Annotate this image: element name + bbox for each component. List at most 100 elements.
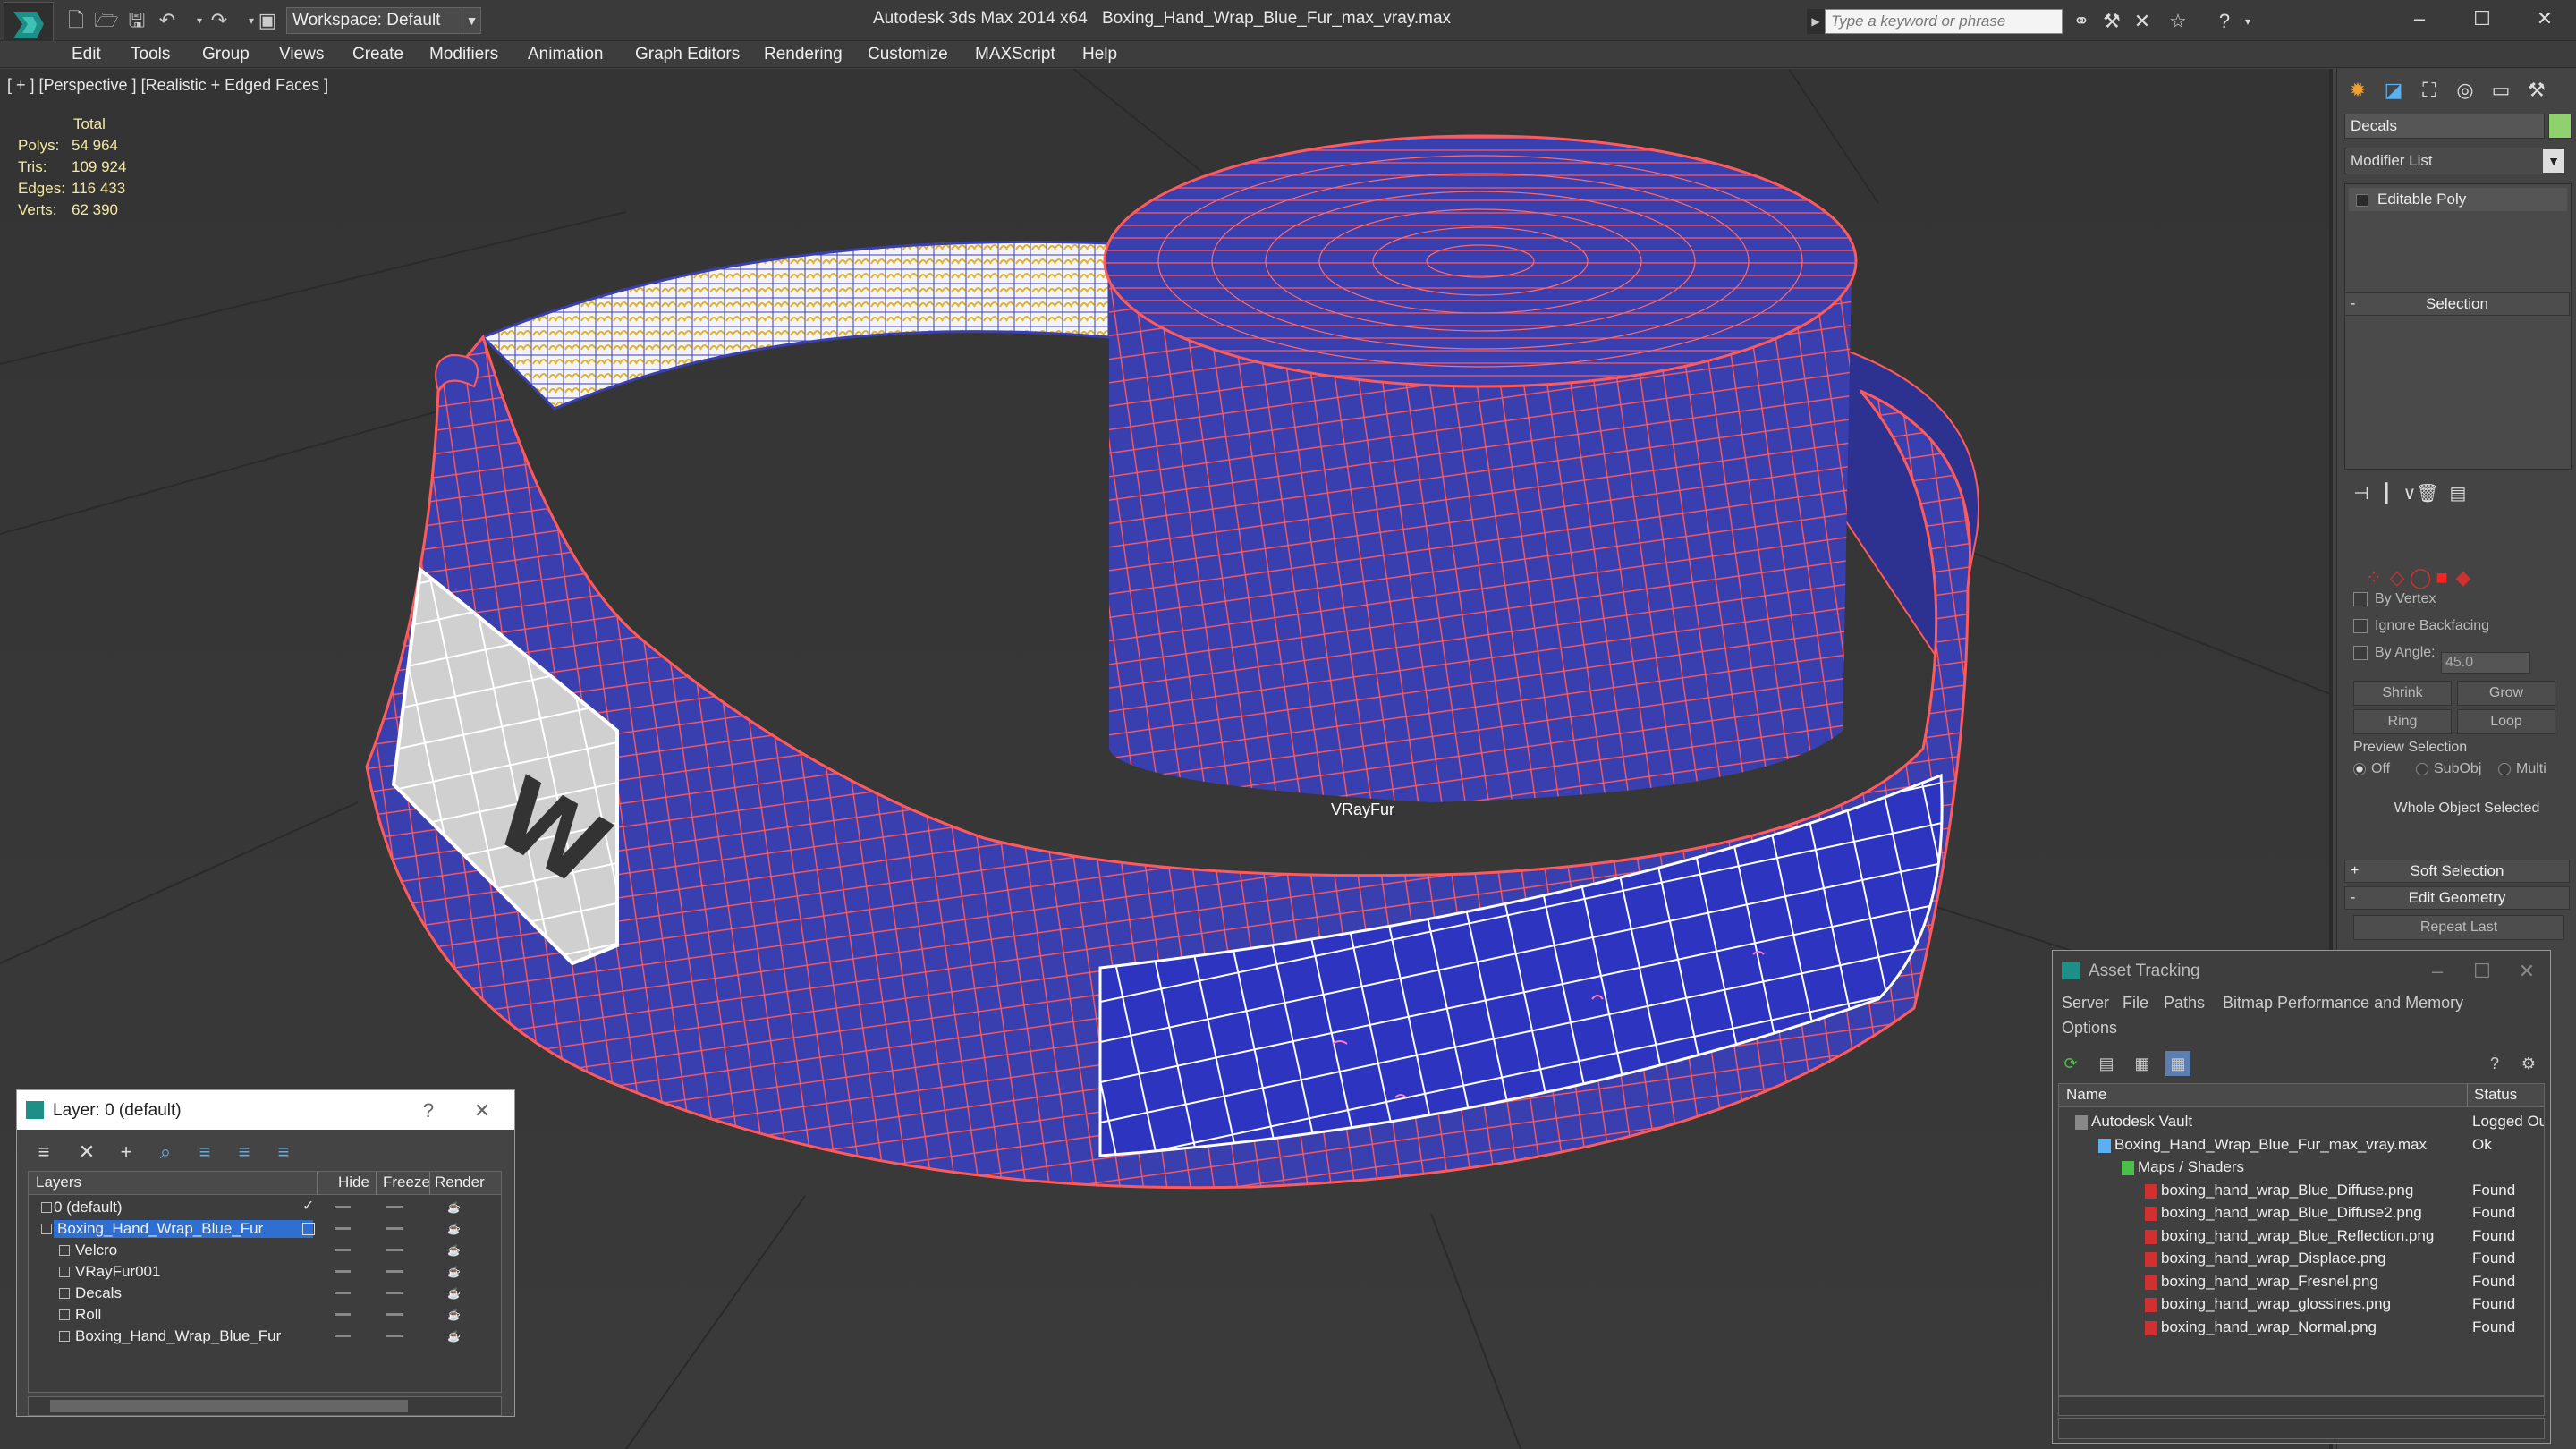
menu-animation[interactable]: Animation bbox=[528, 45, 604, 64]
column-header-layers[interactable]: Layers bbox=[36, 1174, 81, 1191]
column-header-name[interactable]: Name bbox=[2066, 1086, 2106, 1104]
maximize-icon[interactable]: ☐ bbox=[2464, 958, 2500, 985]
display-tab-icon[interactable]: ▭ bbox=[2484, 74, 2518, 106]
loop-button[interactable]: Loop bbox=[2457, 709, 2555, 734]
list-view-icon[interactable]: ▤ bbox=[2094, 1051, 2119, 1076]
render-teapot-icon[interactable]: ☕ bbox=[447, 1330, 463, 1343]
menu-customize[interactable]: Customize bbox=[868, 45, 948, 64]
edge-mode-icon[interactable]: ◇ bbox=[2385, 566, 2409, 589]
horizontal-scrollbar[interactable] bbox=[28, 1396, 502, 1416]
menu-create[interactable]: Create bbox=[352, 45, 403, 64]
layer-row[interactable]: VRayFur001 ☕ bbox=[29, 1261, 501, 1283]
asset-row[interactable]: Boxing_Hand_Wrap_Blue_Fur_max_vray.max Ok bbox=[2059, 1134, 2544, 1157]
menu-maxscript[interactable]: MAXScript bbox=[975, 45, 1055, 64]
menu-views[interactable]: Views bbox=[279, 45, 324, 64]
shrink-button[interactable]: Shrink bbox=[2353, 681, 2452, 706]
settings-icon[interactable]: ⚙ bbox=[2516, 1051, 2541, 1076]
freeze-toggle[interactable] bbox=[386, 1270, 402, 1273]
freeze-toggle[interactable] bbox=[386, 1249, 402, 1251]
close-icon[interactable]: ✕ bbox=[2509, 958, 2545, 985]
menu-edit[interactable]: Edit bbox=[72, 45, 101, 64]
chevron-down-icon[interactable]: ▼ bbox=[462, 7, 481, 34]
layer-row[interactable]: Boxing_Hand_Wrap_Blue_Fur ☕ bbox=[29, 1326, 501, 1347]
hide-toggle[interactable] bbox=[335, 1335, 351, 1337]
layer-row[interactable]: Roll ☕ bbox=[29, 1304, 501, 1326]
freeze-all-icon[interactable]: ≡ bbox=[269, 1139, 298, 1165]
close-icon[interactable]: ✕ bbox=[464, 1097, 500, 1124]
ignore-backfacing-checkbox[interactable]: Ignore Backfacing bbox=[2353, 618, 2489, 634]
by-vertex-checkbox[interactable]: By Vertex bbox=[2353, 591, 2436, 607]
workspace-select[interactable]: Workspace: Default bbox=[286, 7, 481, 34]
help-icon[interactable]: ? bbox=[411, 1097, 446, 1124]
help-dropdown-icon[interactable]: ▾ bbox=[2234, 9, 2261, 34]
vertex-mode-icon[interactable]: ⁘ bbox=[2362, 566, 2385, 589]
ring-button[interactable]: Ring bbox=[2353, 709, 2452, 734]
horizontal-scrollbar[interactable] bbox=[2058, 1396, 2545, 1416]
freeze-toggle[interactable] bbox=[386, 1313, 402, 1316]
asset-row[interactable]: boxing_hand_wrap_Blue_Reflection.png Foun… bbox=[2059, 1225, 2544, 1249]
utilities-tab-icon[interactable]: ⚒ bbox=[2520, 74, 2554, 106]
stack-item-editable-poly[interactable]: Editable Poly bbox=[2349, 188, 2567, 211]
layer-row[interactable]: Velcro ☕ bbox=[29, 1240, 501, 1261]
render-teapot-icon[interactable]: ☕ bbox=[447, 1244, 463, 1257]
grow-button[interactable]: Grow bbox=[2457, 681, 2555, 706]
current-layer-check-icon[interactable]: ✓ bbox=[302, 1197, 314, 1215]
asset-row[interactable]: boxing_hand_wrap_Blue_Diffuse2.png Found bbox=[2059, 1202, 2544, 1225]
select-objects-icon[interactable]: ⌕ bbox=[151, 1139, 180, 1165]
hide-toggle[interactable] bbox=[335, 1249, 351, 1251]
motion-tab-icon[interactable]: ◎ bbox=[2448, 74, 2482, 106]
table-view-icon[interactable]: ▦ bbox=[2165, 1051, 2190, 1076]
hide-toggle[interactable] bbox=[335, 1227, 351, 1230]
refresh-icon[interactable]: ⟳ bbox=[2058, 1051, 2083, 1076]
delete-layer-icon[interactable]: ✕ bbox=[72, 1139, 101, 1165]
hierarchy-tab-icon[interactable]: ⛶ bbox=[2412, 74, 2446, 106]
scrollbar-thumb[interactable] bbox=[50, 1400, 408, 1412]
set-current-layer-toggle[interactable] bbox=[302, 1223, 315, 1235]
freeze-toggle[interactable] bbox=[386, 1227, 402, 1230]
chevron-down-icon[interactable]: ▼ bbox=[2543, 149, 2564, 173]
asset-row[interactable]: boxing_hand_wrap_glossines.png Found bbox=[2059, 1293, 2544, 1317]
new-file-icon[interactable]: 🗋 bbox=[63, 9, 89, 32]
column-header-status[interactable]: Status bbox=[2474, 1086, 2517, 1104]
redo-icon[interactable]: ↷ bbox=[206, 9, 233, 32]
expand-search-icon[interactable]: ▶ bbox=[1807, 9, 1825, 34]
menu-modifiers[interactable]: Modifiers bbox=[429, 45, 498, 64]
hide-toggle[interactable] bbox=[335, 1313, 351, 1316]
search-input[interactable]: Type a keyword or phrase bbox=[1825, 9, 2063, 34]
asset-row[interactable]: boxing_hand_wrap_Normal.png Found bbox=[2059, 1317, 2544, 1340]
edit-geometry-rollout[interactable]: - Edit Geometry bbox=[2344, 886, 2570, 910]
column-header-freeze[interactable]: Freeze bbox=[383, 1174, 430, 1191]
layer-row[interactable]: Decals ☕ bbox=[29, 1283, 501, 1304]
preview-off-radio[interactable]: Off bbox=[2353, 761, 2390, 777]
hide-toggle[interactable] bbox=[335, 1206, 351, 1208]
angle-spinner[interactable]: 45.0 bbox=[2441, 652, 2530, 674]
minimize-icon[interactable]: – bbox=[2388, 0, 2451, 38]
preview-subobj-radio[interactable]: SubObj bbox=[2416, 761, 2481, 777]
object-name-field[interactable]: Decals bbox=[2344, 114, 2545, 139]
element-mode-icon[interactable]: ◆ bbox=[2452, 566, 2475, 589]
menu-graph-editors[interactable]: Graph Editors bbox=[635, 45, 740, 64]
layer-row[interactable]: Boxing_Hand_Wrap_Blue_Fur ☕ bbox=[29, 1218, 501, 1240]
layer-row[interactable]: 0 (default) ☕ ✓ bbox=[29, 1197, 501, 1218]
asset-row[interactable]: boxing_hand_wrap_Blue_Diffuse.png Found bbox=[2059, 1180, 2544, 1203]
menu-options[interactable]: Options bbox=[2062, 1019, 2117, 1038]
create-tab-icon[interactable]: ✹ bbox=[2341, 74, 2375, 106]
asset-row[interactable]: Autodesk Vault Logged Out bbox=[2059, 1111, 2544, 1134]
layer-window-titlebar[interactable]: Layer: 0 (default) ? ✕ bbox=[17, 1090, 514, 1130]
freeze-toggle[interactable] bbox=[386, 1206, 402, 1208]
column-header-hide[interactable]: Hide bbox=[338, 1174, 369, 1191]
configure-sets-icon[interactable]: ▤ bbox=[2445, 480, 2471, 507]
freeze-toggle[interactable] bbox=[386, 1292, 402, 1294]
repeat-last-button[interactable]: Repeat Last bbox=[2353, 915, 2564, 940]
menu-tools[interactable]: Tools bbox=[131, 45, 170, 64]
close-icon[interactable]: ✕ bbox=[2513, 0, 2576, 38]
tools-icon[interactable]: ⚒ bbox=[2098, 9, 2125, 34]
favorites-star-icon[interactable]: ☆ bbox=[2165, 9, 2191, 34]
project-folder-icon[interactable]: ▣ bbox=[254, 9, 281, 32]
detail-view-icon[interactable]: ▦ bbox=[2130, 1051, 2155, 1076]
render-teapot-icon[interactable]: ☕ bbox=[447, 1266, 463, 1278]
render-teapot-icon[interactable]: ☕ bbox=[447, 1201, 463, 1214]
maximize-icon[interactable]: ☐ bbox=[2451, 0, 2513, 38]
menu-help[interactable]: Help bbox=[1082, 45, 1117, 64]
menu-paths[interactable]: Paths bbox=[2164, 994, 2205, 1013]
